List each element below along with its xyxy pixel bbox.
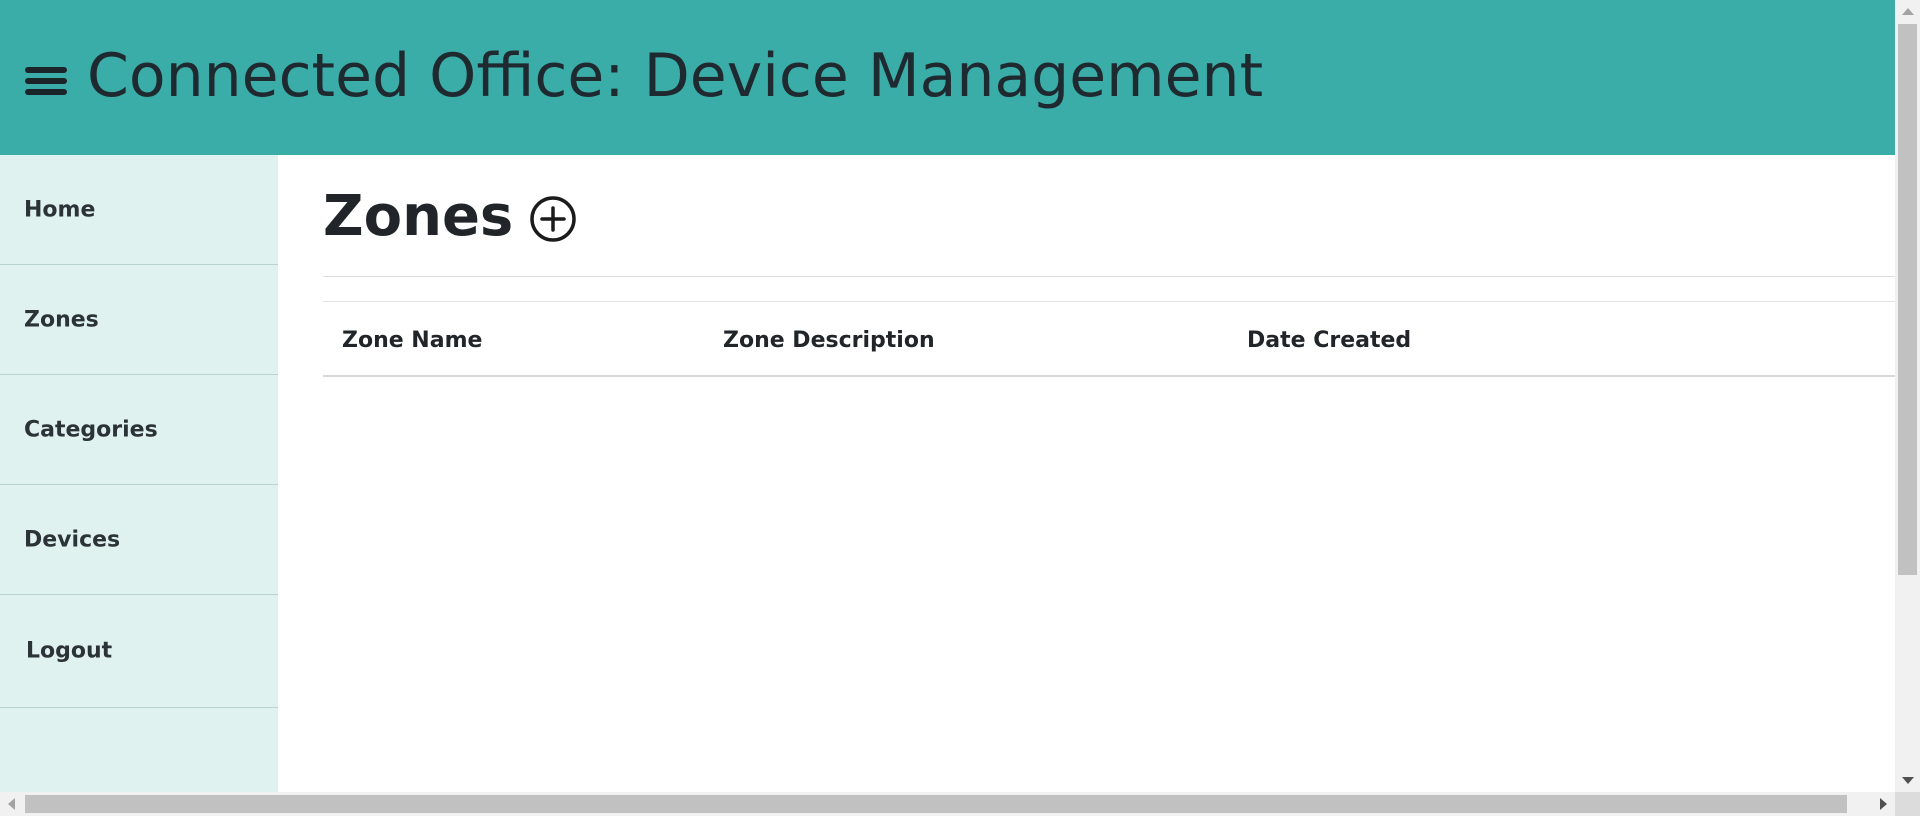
plus-circle-icon[interactable] <box>529 195 577 243</box>
sidebar-item-label: Logout <box>26 638 113 664</box>
page: Connected Office: Device Management Home… <box>0 0 1895 792</box>
sidebar-item-label: Devices <box>24 527 121 552</box>
page-title: Zones <box>323 184 514 249</box>
vertical-scrollbar[interactable] <box>1895 0 1920 792</box>
sidebar-item-label: Zones <box>24 307 99 332</box>
sidebar-item-logout[interactable]: Logout <box>0 595 278 708</box>
zones-table: Zone Name Zone Description Date Created <box>323 301 1895 377</box>
sidebar-item-devices[interactable]: Devices <box>0 485 278 595</box>
app-title: Connected Office: Device Management <box>87 41 1264 111</box>
sidebar-item-label: Categories <box>24 417 158 442</box>
column-header-date-created[interactable]: Date Created <box>1247 328 1411 353</box>
scrollbar-corner <box>1895 792 1920 816</box>
horizontal-scrollbar[interactable] <box>0 792 1895 816</box>
sidebar-item-zones[interactable]: Zones <box>0 265 278 375</box>
app-header: Connected Office: Device Management <box>0 0 1895 155</box>
horizontal-scroll-thumb[interactable] <box>25 795 1847 813</box>
hamburger-menu-icon[interactable] <box>25 65 69 97</box>
sidebar-item-categories[interactable]: Categories <box>0 375 278 485</box>
sidebar: Home Zones Categories Devices Logout <box>0 155 278 792</box>
main-content: Zones Zone Name Zone Description Date Cr… <box>278 155 1895 792</box>
scroll-up-arrow-icon[interactable] <box>1902 8 1914 15</box>
scroll-right-arrow-icon[interactable] <box>1880 798 1887 810</box>
scroll-down-arrow-icon[interactable] <box>1902 777 1914 784</box>
sidebar-item-home[interactable]: Home <box>0 155 278 265</box>
scroll-left-arrow-icon[interactable] <box>8 798 15 810</box>
column-header-zone-description[interactable]: Zone Description <box>723 328 935 353</box>
vertical-scroll-thumb[interactable] <box>1898 24 1917 575</box>
divider <box>323 276 1895 277</box>
sidebar-item-label: Home <box>24 197 96 222</box>
column-header-zone-name[interactable]: Zone Name <box>342 328 482 353</box>
heading-row: Zones <box>323 185 577 249</box>
